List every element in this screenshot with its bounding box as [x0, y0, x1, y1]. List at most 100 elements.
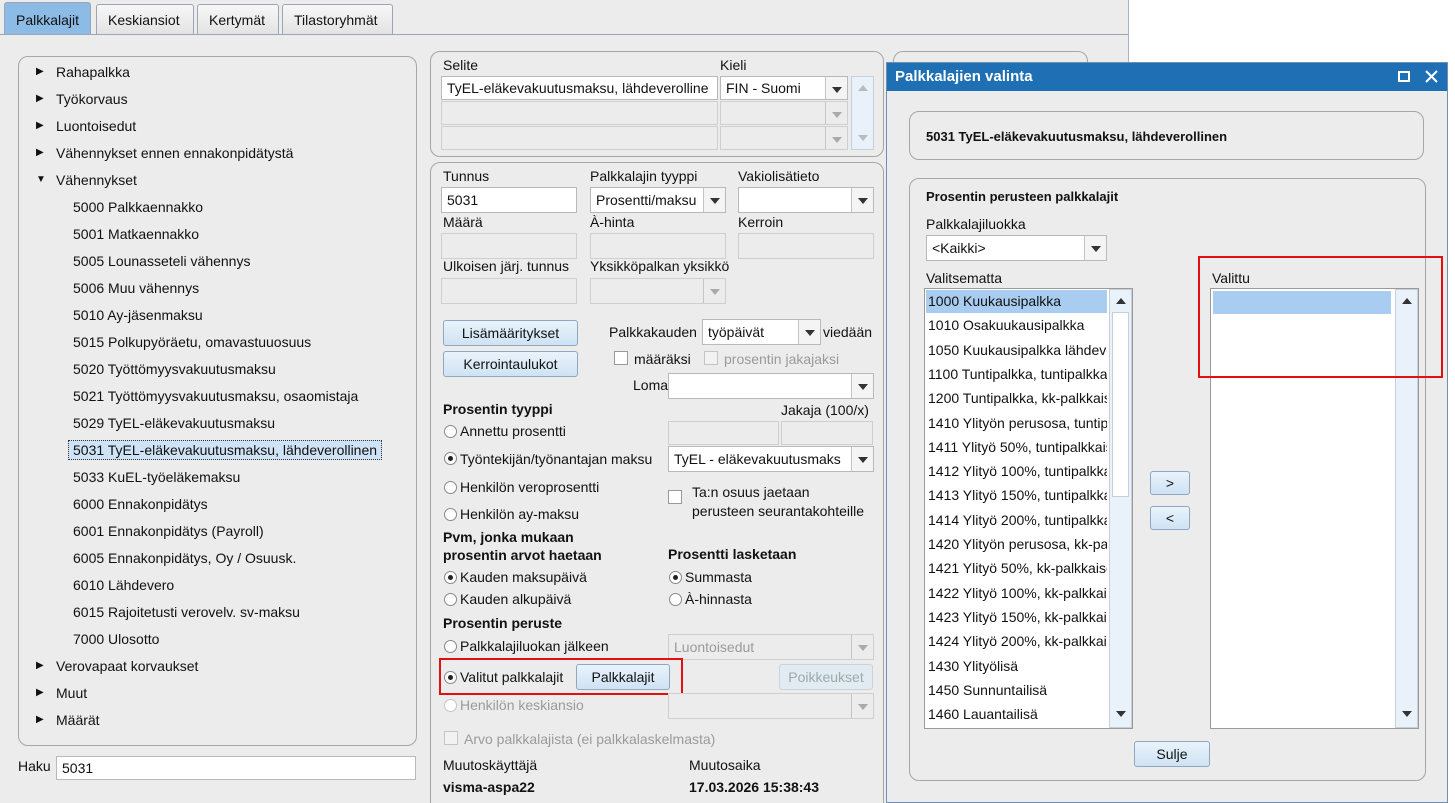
- radio-annettu-prosentti[interactable]: [444, 425, 457, 438]
- radio-keskiansio[interactable]: [444, 699, 457, 712]
- lisamaaritykset-button[interactable]: Lisämääritykset: [443, 320, 578, 346]
- remove-button[interactable]: <: [1150, 506, 1190, 530]
- kerroin-input[interactable]: [738, 233, 874, 259]
- poikkeukset-button[interactable]: Poikkeukset: [779, 664, 873, 690]
- tab-keskiansiot[interactable]: Keskiansiot: [96, 4, 194, 34]
- luokka-select[interactable]: <Kaikki>: [926, 235, 1107, 261]
- list-item[interactable]: 1422 Ylityö 100%, kk-palkkaiset: [926, 582, 1107, 605]
- tree-item[interactable]: 6005 Ennakonpidätys, Oy / Osuusk.: [73, 550, 296, 566]
- kieli-row-2[interactable]: [720, 101, 848, 125]
- maaraksi-checkbox[interactable]: [614, 351, 628, 365]
- tunnus-input[interactable]: 5031: [441, 187, 577, 213]
- caret-right-icon[interactable]: ▶: [36, 120, 44, 131]
- chevron-down-icon[interactable]: [851, 188, 873, 212]
- list-item[interactable]: 1410 Ylityön perusosa, tuntipalkkaiset: [926, 412, 1107, 435]
- caret-right-icon[interactable]: ▶: [36, 660, 44, 671]
- list-item[interactable]: 1430 Ylityölisä: [926, 655, 1107, 678]
- radio-luokan-jalkeen[interactable]: [444, 640, 457, 653]
- tab-palkkalajit[interactable]: Palkkalajit: [4, 2, 91, 35]
- loma-select[interactable]: [668, 373, 874, 399]
- list-item[interactable]: 1412 Ylityö 100%, tuntipalkkaiset: [926, 460, 1107, 483]
- selite-row-3[interactable]: [441, 126, 718, 150]
- scroll-up-icon[interactable]: [858, 85, 868, 91]
- selite-input[interactable]: TyEL-eläkevakuutusmaksu, lähdeverolline: [441, 76, 718, 100]
- list-item[interactable]: 1450 Sunnuntailisä: [926, 679, 1107, 702]
- list-item[interactable]: 1413 Ylityö 150%, tuntipalkkaiset: [926, 484, 1107, 507]
- maara-input[interactable]: [441, 233, 577, 259]
- tree-item[interactable]: 5015 Polkupyöräetu, omavastuuosuus: [73, 334, 311, 350]
- list-item[interactable]: 1424 Ylityö 200%, kk-palkkaiset: [926, 630, 1107, 653]
- unselected-scrollbar[interactable]: [1109, 289, 1132, 728]
- kieli-row-3[interactable]: [720, 126, 848, 150]
- list-item[interactable]: 1200 Tuntipalkka, kk-palkkaiset: [926, 387, 1107, 410]
- radio-ahinnasta[interactable]: [669, 593, 682, 606]
- chevron-down-icon[interactable]: [851, 447, 873, 471]
- list-item[interactable]: 1421 Ylityö 50%, kk-palkkaiset: [926, 557, 1107, 580]
- list-item[interactable]: 1050 Kuukausipalkka lähdeverollinen: [926, 339, 1107, 362]
- scroll-down-icon[interactable]: [1402, 711, 1412, 717]
- chevron-down-icon[interactable]: [825, 77, 847, 99]
- caret-right-icon[interactable]: ▶: [36, 66, 44, 77]
- tree-item[interactable]: 6015 Rajoitetusti verovelv. sv-maksu: [73, 604, 300, 620]
- jakaja-input[interactable]: [781, 421, 873, 445]
- tab-kertymat[interactable]: Kertymät: [197, 4, 279, 34]
- caret-right-icon[interactable]: ▶: [36, 93, 44, 104]
- caret-right-icon[interactable]: ▶: [36, 147, 44, 158]
- caret-right-icon[interactable]: ▶: [36, 714, 44, 725]
- vakiolisatieto-select[interactable]: [738, 187, 874, 213]
- ahinta-input[interactable]: [590, 233, 726, 259]
- tree-item[interactable]: 5010 Ay-jäsenmaksu: [73, 307, 203, 323]
- tree-item[interactable]: 5000 Palkkaennakko: [73, 199, 203, 215]
- list-item[interactable]: 1100 Tuntipalkka, tuntipalkkaiset: [926, 363, 1107, 386]
- radio-ay-maksu[interactable]: [444, 508, 457, 521]
- tree-group[interactable]: Verovapaat korvaukset: [56, 658, 198, 674]
- chevron-down-icon[interactable]: [851, 374, 873, 398]
- radio-summasta[interactable]: [669, 571, 682, 584]
- tree-item[interactable]: 5020 Työttömyysvakuutusmaksu: [73, 361, 276, 377]
- chevron-down-icon[interactable]: [798, 320, 820, 344]
- tab-tilastoryhmat[interactable]: Tilastoryhmät: [282, 4, 393, 34]
- close-icon[interactable]: [1425, 70, 1438, 83]
- kerrointaulukot-button[interactable]: Kerrointaulukot: [443, 351, 578, 377]
- jakajaksi-checkbox[interactable]: [704, 351, 718, 365]
- tree-item[interactable]: 6001 Ennakonpidätys (Payroll): [73, 523, 264, 539]
- scroll-thumb[interactable]: [1112, 312, 1129, 497]
- selite-row-2[interactable]: [441, 101, 718, 125]
- tree-item[interactable]: 5033 KuEL-työeläkemaksu: [73, 469, 240, 485]
- chevron-down-icon[interactable]: [851, 694, 873, 718]
- maksu-select[interactable]: TyEL - eläkevakuutusmaks: [668, 446, 874, 472]
- arvo-checkbox[interactable]: [444, 731, 458, 745]
- list-item[interactable]: 1423 Ylityö 150%, kk-palkkaiset: [926, 606, 1107, 629]
- dialog-titlebar[interactable]: Palkkalajien valinta: [887, 63, 1447, 91]
- palkkalajiluokka-select[interactable]: Luontoisedut: [668, 634, 874, 660]
- tree-item[interactable]: 5029 TyEL-eläkevakuutusmaksu: [73, 415, 275, 431]
- chevron-down-icon[interactable]: [1084, 236, 1106, 260]
- yksikko-select[interactable]: [590, 278, 726, 304]
- scroll-down-icon[interactable]: [1116, 711, 1126, 717]
- radio-alkupaiva[interactable]: [444, 593, 457, 606]
- maximize-icon[interactable]: [1398, 71, 1410, 82]
- caret-right-icon[interactable]: ▶: [36, 687, 44, 698]
- tree-group[interactable]: Luontoisedut: [56, 118, 136, 134]
- radio-tyontekijan-maksu[interactable]: [444, 452, 457, 465]
- tree-item-selected[interactable]: 5031 TyEL-eläkevakuutusmaksu, lähdeverol…: [68, 440, 383, 460]
- list-item[interactable]: 1420 Ylityön perusosa, kk-palkkaiset: [926, 533, 1107, 556]
- tree-group[interactable]: Määrät: [56, 712, 100, 728]
- keskiansio-select[interactable]: [668, 693, 874, 719]
- tree-group[interactable]: Rahapalkka: [56, 64, 130, 80]
- list-item[interactable]: 1460 Lauantailisä: [926, 703, 1107, 726]
- tree-item[interactable]: 6010 Lähdevero: [73, 577, 174, 593]
- ulkoinen-tunnus-input[interactable]: [441, 278, 577, 304]
- tree-group[interactable]: Työkorvaus: [56, 91, 128, 107]
- tree-group[interactable]: Vähennykset: [56, 172, 137, 188]
- tree-group[interactable]: Vähennykset ennen ennakonpidätystä: [56, 145, 293, 161]
- scroll-down-icon[interactable]: [858, 135, 868, 141]
- tree-group[interactable]: Muut: [56, 685, 87, 701]
- list-item[interactable]: 1414 Ylityö 200%, tuntipalkkaiset: [926, 509, 1107, 532]
- chevron-down-icon[interactable]: [851, 635, 873, 659]
- tree-item[interactable]: 5005 Lounasseteli vähennys: [73, 253, 250, 269]
- search-input[interactable]: 5031: [56, 756, 416, 780]
- chevron-down-icon[interactable]: [825, 102, 847, 124]
- tree-item[interactable]: 7000 Ulosotto: [73, 631, 159, 647]
- selite-scrollbar[interactable]: [851, 76, 874, 150]
